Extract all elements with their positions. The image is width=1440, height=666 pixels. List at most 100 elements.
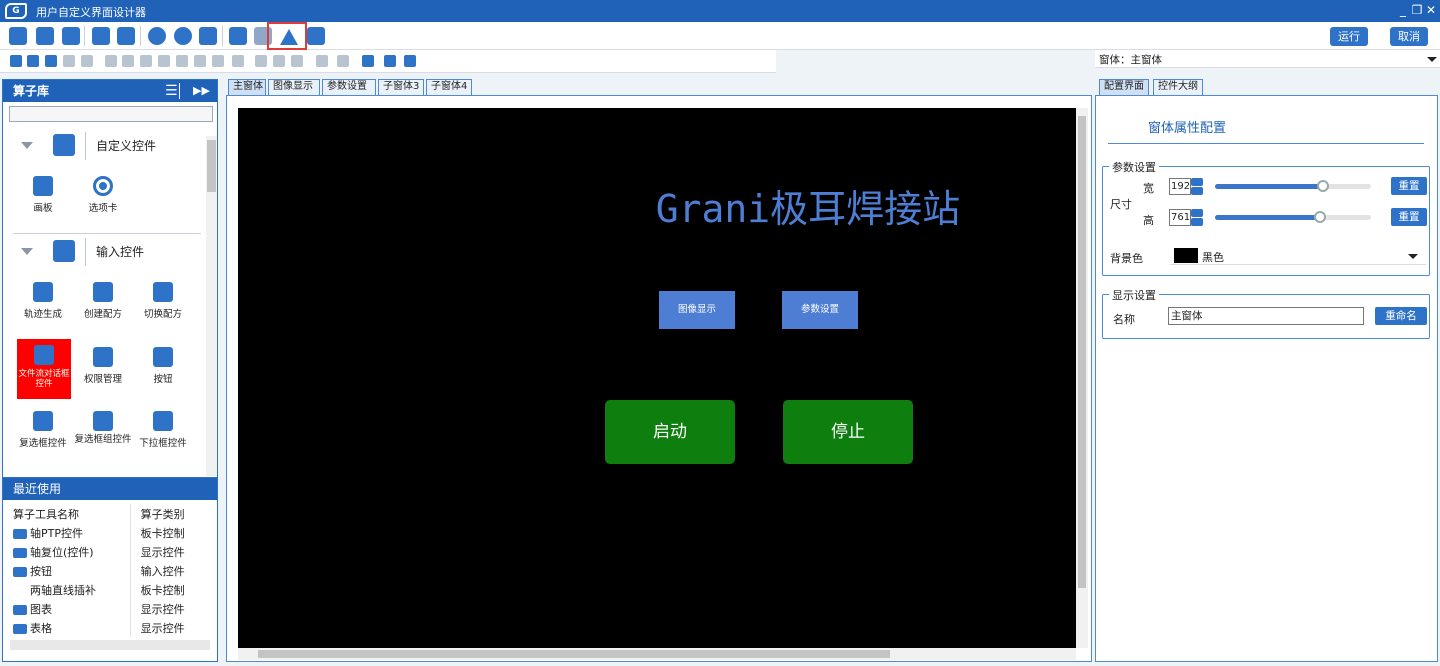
app-logo: G — [5, 3, 27, 19]
canvas-image-display-button[interactable]: 图像显示 — [659, 291, 735, 329]
run-button[interactable]: 运行 — [1330, 27, 1368, 46]
align-bottom-icon[interactable] — [158, 55, 170, 67]
cancel-button[interactable]: 取消 — [1390, 27, 1428, 46]
group-custom-controls[interactable]: 自定义控件 — [3, 128, 203, 166]
width-input[interactable]: 1920 — [1169, 178, 1191, 195]
tab-subwindow-4[interactable]: 子窗体4 — [426, 79, 472, 95]
share-icon[interactable] — [174, 27, 192, 45]
height-spinner[interactable] — [1191, 209, 1203, 226]
table-row[interactable]: 表格 显示控件 — [11, 618, 207, 637]
table-row[interactable]: 按钮 输入控件 — [11, 561, 207, 580]
tool-permissions[interactable]: 权限管理 — [73, 339, 133, 395]
same-width-icon[interactable] — [232, 55, 244, 67]
width-slider[interactable] — [1215, 180, 1371, 192]
bg-color-select[interactable]: 黑色 — [1170, 247, 1426, 265]
table-row[interactable]: 轴复位(控件) 显示控件 — [11, 542, 207, 561]
tab-main-window[interactable]: 主窗体 — [228, 79, 266, 95]
upload-icon[interactable] — [199, 27, 217, 45]
scroll-thumb[interactable] — [258, 650, 890, 658]
table-row[interactable]: 图表 显示控件 — [11, 599, 207, 618]
eye-icon[interactable] — [148, 27, 166, 45]
tool-tab[interactable]: 选项卡 — [73, 168, 133, 224]
tab-param-settings[interactable]: 参数设置 — [322, 79, 376, 95]
tab-subwindow-3[interactable]: 子窗体3 — [378, 79, 424, 95]
menu-icon[interactable]: ☰ — [165, 80, 178, 102]
height-input[interactable]: 761 — [1169, 209, 1191, 226]
canvas-start-button[interactable]: 启动 — [605, 400, 735, 464]
collapse-icon[interactable]: ▶▶ — [193, 80, 210, 102]
tab-control-outline[interactable]: 控件大纲 — [1153, 79, 1203, 95]
tool-checkbox[interactable]: 复选框控件 — [13, 403, 73, 459]
tool-dropdown[interactable]: 下拉框控件 — [133, 403, 193, 459]
rename-button[interactable]: 重命名 — [1375, 307, 1427, 325]
name-input[interactable]: 主窗体 — [1168, 307, 1364, 325]
align-middle-icon[interactable] — [176, 55, 188, 67]
table-row[interactable]: 两轴直线插补 板卡控制 — [11, 580, 207, 599]
width-spinner[interactable] — [1191, 178, 1203, 195]
distribute-v-icon[interactable] — [212, 55, 224, 67]
same-size-icon[interactable] — [273, 55, 285, 67]
tool-switch-recipe[interactable]: 切换配方 — [133, 274, 193, 330]
tool-trajectory[interactable]: 轨迹生成 — [13, 274, 73, 330]
redo-icon[interactable] — [81, 55, 93, 67]
align-top-icon[interactable] — [140, 55, 152, 67]
canvas-param-settings-button[interactable]: 参数设置 — [782, 291, 858, 329]
distribute-h-icon[interactable] — [194, 55, 206, 67]
name-label: 名称 — [1113, 313, 1135, 326]
canvas-title-label[interactable]: Grani极耳焊接站 — [583, 178, 1033, 233]
save-all-icon[interactable] — [62, 27, 80, 45]
restore-icon[interactable]: ❐ — [1410, 3, 1424, 17]
copy-icon[interactable] — [10, 55, 22, 67]
expand-arrow-icon[interactable] — [21, 142, 33, 149]
toolbox-icon[interactable] — [92, 27, 110, 45]
tool-file-dialog[interactable]: 文件流对话框控件 — [17, 339, 71, 399]
camera-icon[interactable] — [229, 27, 247, 45]
scroll-thumb[interactable] — [207, 140, 216, 192]
close-icon[interactable]: ✕ — [1424, 3, 1438, 17]
table-row[interactable]: 轴PTP控件 板卡控制 — [11, 523, 207, 542]
tool-canvas[interactable]: 画板 — [13, 168, 73, 224]
delete-icon[interactable] — [384, 55, 396, 67]
canvas-horizontal-scrollbar[interactable] — [238, 648, 1076, 660]
library-search-input[interactable] — [9, 106, 213, 122]
minimize-icon[interactable]: _ — [1396, 3, 1410, 17]
slider-knob[interactable] — [1313, 211, 1326, 223]
tool-button[interactable]: 按钮 — [133, 339, 193, 395]
checkbox-icon[interactable] — [362, 55, 374, 67]
design-canvas[interactable]: Grani极耳焊接站 图像显示 参数设置 启动 停止 — [238, 108, 1076, 648]
width-reset-button[interactable]: 重置 — [1391, 177, 1427, 195]
bring-front-icon[interactable] — [316, 55, 328, 67]
param-settings-group: 参数设置 尺寸 宽 1920 重置 高 761 重置 背景色 黑色 — [1102, 159, 1430, 276]
height-slider[interactable] — [1215, 211, 1371, 223]
paste-icon[interactable] — [45, 55, 57, 67]
open-folder-icon[interactable] — [36, 27, 54, 45]
slider-knob[interactable] — [1316, 180, 1329, 192]
same-height-icon[interactable] — [255, 55, 267, 67]
recent-scrollbar[interactable] — [10, 640, 210, 650]
expand-arrow-icon[interactable] — [21, 248, 33, 255]
library-scrollbar[interactable] — [206, 136, 217, 476]
undo-icon[interactable] — [63, 55, 75, 67]
fit-icon[interactable] — [291, 55, 303, 67]
align-left-icon[interactable] — [105, 55, 117, 67]
export-icon[interactable] — [117, 27, 135, 45]
radio-icon — [93, 176, 113, 196]
scroll-thumb[interactable] — [1078, 116, 1086, 588]
tab-config-ui[interactable]: 配置界面 — [1099, 79, 1149, 95]
tab-image-display[interactable]: 图像显示 — [268, 79, 320, 95]
tool-checkbox-group[interactable]: 复选框组控件 — [73, 403, 133, 459]
canvas-vertical-scrollbar[interactable] — [1076, 108, 1088, 648]
layout-icon[interactable] — [307, 27, 325, 45]
tool-create-recipe[interactable]: 创建配方 — [73, 274, 133, 330]
canvas-stop-button[interactable]: 停止 — [783, 400, 913, 464]
align-center-icon[interactable] — [122, 55, 134, 67]
window-selector[interactable]: 窗体：主窗体 — [1095, 50, 1440, 68]
send-back-icon[interactable] — [337, 55, 349, 67]
param-settings-legend: 参数设置 — [1109, 159, 1159, 175]
cut-icon[interactable] — [27, 55, 39, 67]
height-reset-button[interactable]: 重置 — [1391, 208, 1427, 226]
new-icon[interactable] — [9, 27, 27, 45]
display-settings-group: 显示设置 名称 主窗体 重命名 — [1102, 287, 1430, 339]
link-icon[interactable] — [404, 55, 416, 67]
group-input-controls[interactable]: 输入控件 — [3, 234, 203, 272]
